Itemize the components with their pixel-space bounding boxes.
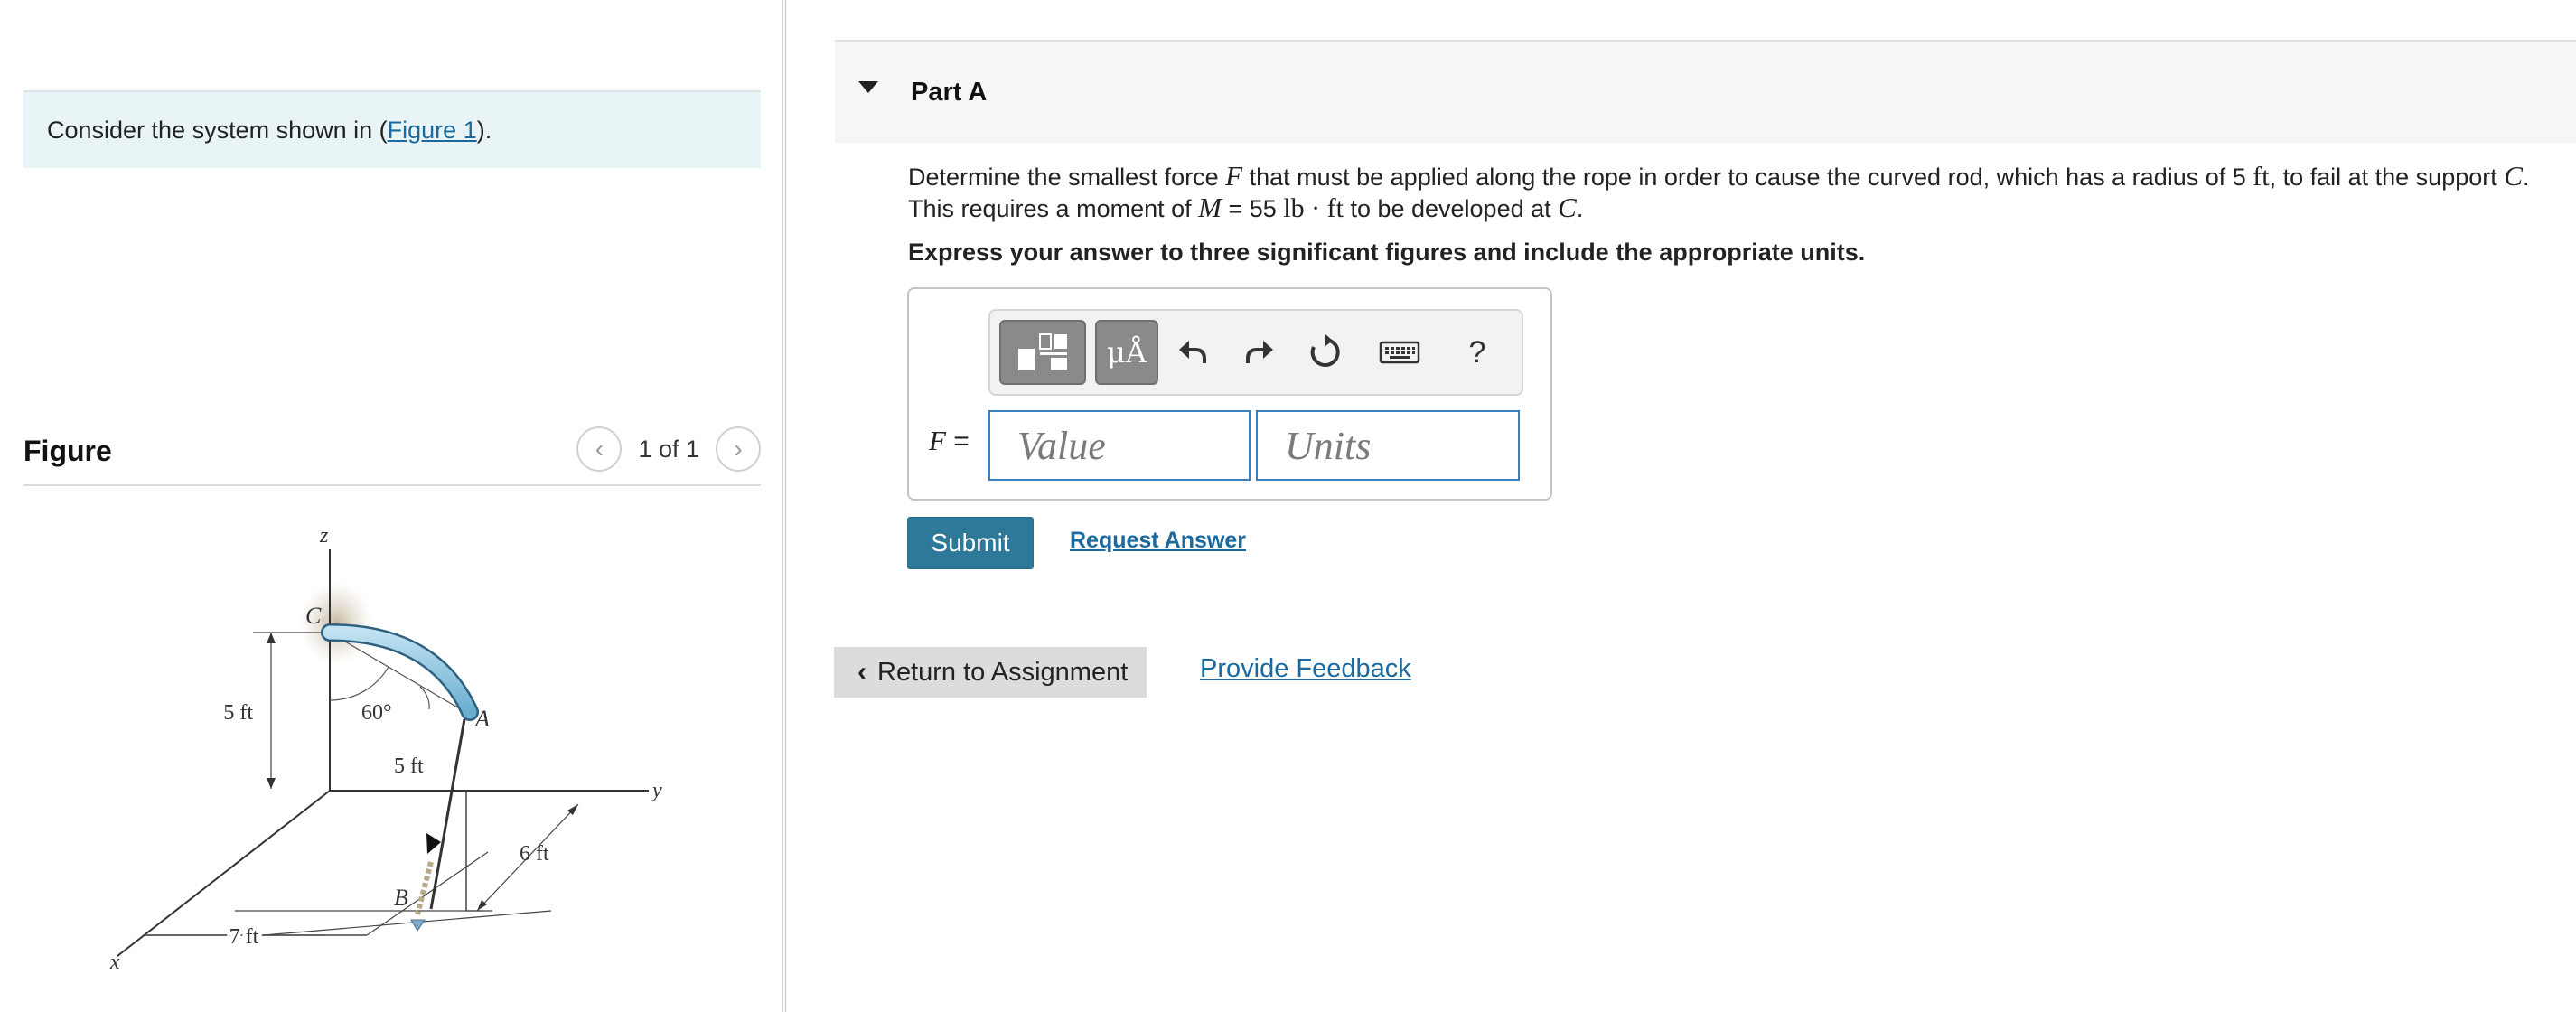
provide-feedback-link[interactable]: Provide Feedback: [1200, 654, 1411, 684]
templates-button[interactable]: [999, 320, 1086, 385]
figure-count: 1 of 1: [638, 435, 699, 463]
figure-pager: ‹ 1 of 1 ›: [576, 426, 761, 472]
templates-icon: [1018, 333, 1067, 370]
figure-diagram: z y x C A B 5 ft 60° 5 ft 6 ft 7 ft: [109, 524, 662, 974]
x-axis-label: x: [109, 951, 120, 974]
units-symbols-button[interactable]: μÅ: [1095, 320, 1158, 385]
point-a-label: A: [473, 706, 490, 732]
keyboard-button[interactable]: [1368, 320, 1431, 385]
request-answer-link[interactable]: Request Answer: [1070, 528, 1246, 554]
help-icon: ?: [1468, 334, 1486, 370]
chevron-left-icon: ‹: [595, 435, 604, 463]
return-to-assignment-button[interactable]: ‹ Return to Assignment: [834, 647, 1147, 698]
part-title: Part A: [911, 77, 988, 107]
pane-divider[interactable]: [782, 0, 786, 1012]
point-c-label: C: [305, 603, 322, 629]
figure-title: Figure: [23, 434, 112, 467]
undo-button[interactable]: [1167, 320, 1220, 385]
reset-button[interactable]: [1299, 320, 1352, 385]
context-prefix: Consider the system shown in (: [47, 116, 388, 144]
reset-icon: [1310, 334, 1340, 367]
force-arrow: [429, 718, 466, 910]
answer-instruction: Express your answer to three significant…: [908, 239, 1866, 266]
math-toolbar: μÅ ?: [988, 309, 1523, 396]
next-figure-button[interactable]: ›: [716, 426, 761, 472]
y-axis-label: y: [651, 779, 662, 802]
figure-pane: Consider the system shown in ( Figure 1 …: [0, 0, 782, 1012]
redo-icon: [1246, 341, 1273, 363]
angle-label: 60°: [361, 701, 392, 725]
keyboard-icon: [1379, 341, 1420, 364]
chevron-right-icon: ›: [734, 435, 743, 463]
answer-box: μÅ ? F = Value Units: [907, 287, 1552, 501]
units-input[interactable]: [1256, 410, 1520, 481]
width-dimension-label: 7 ft: [229, 925, 259, 949]
context-suffix: ).: [476, 116, 492, 144]
mu-angstrom-icon: μÅ: [1107, 335, 1147, 370]
part-a-header[interactable]: Part A: [835, 40, 2576, 143]
caret-down-icon: [858, 81, 878, 93]
redo-button[interactable]: [1232, 320, 1285, 385]
point-b-label: B: [394, 885, 408, 911]
help-button[interactable]: ?: [1451, 320, 1503, 385]
undo-icon: [1179, 341, 1206, 363]
return-label: Return to Assignment: [877, 657, 1129, 687]
radius-label: 5 ft: [394, 754, 424, 778]
figure-link[interactable]: Figure 1: [388, 117, 477, 145]
chevron-left-icon: ‹: [857, 657, 866, 687]
figure-header: Figure ‹ 1 of 1 ›: [23, 417, 761, 486]
context-box: Consider the system shown in ( Figure 1 …: [23, 90, 761, 168]
answer-variable-label: F =: [929, 425, 970, 456]
question-text: Determine the smallest force F that must…: [908, 160, 2530, 223]
rope: [415, 861, 434, 915]
value-input[interactable]: [988, 410, 1251, 481]
height-dimension-label: 5 ft: [223, 701, 253, 725]
submit-button[interactable]: Submit: [907, 517, 1034, 569]
prev-figure-button[interactable]: ‹: [576, 426, 623, 472]
depth-dimension-label: 6 ft: [520, 842, 549, 866]
z-axis-label: z: [319, 524, 329, 548]
